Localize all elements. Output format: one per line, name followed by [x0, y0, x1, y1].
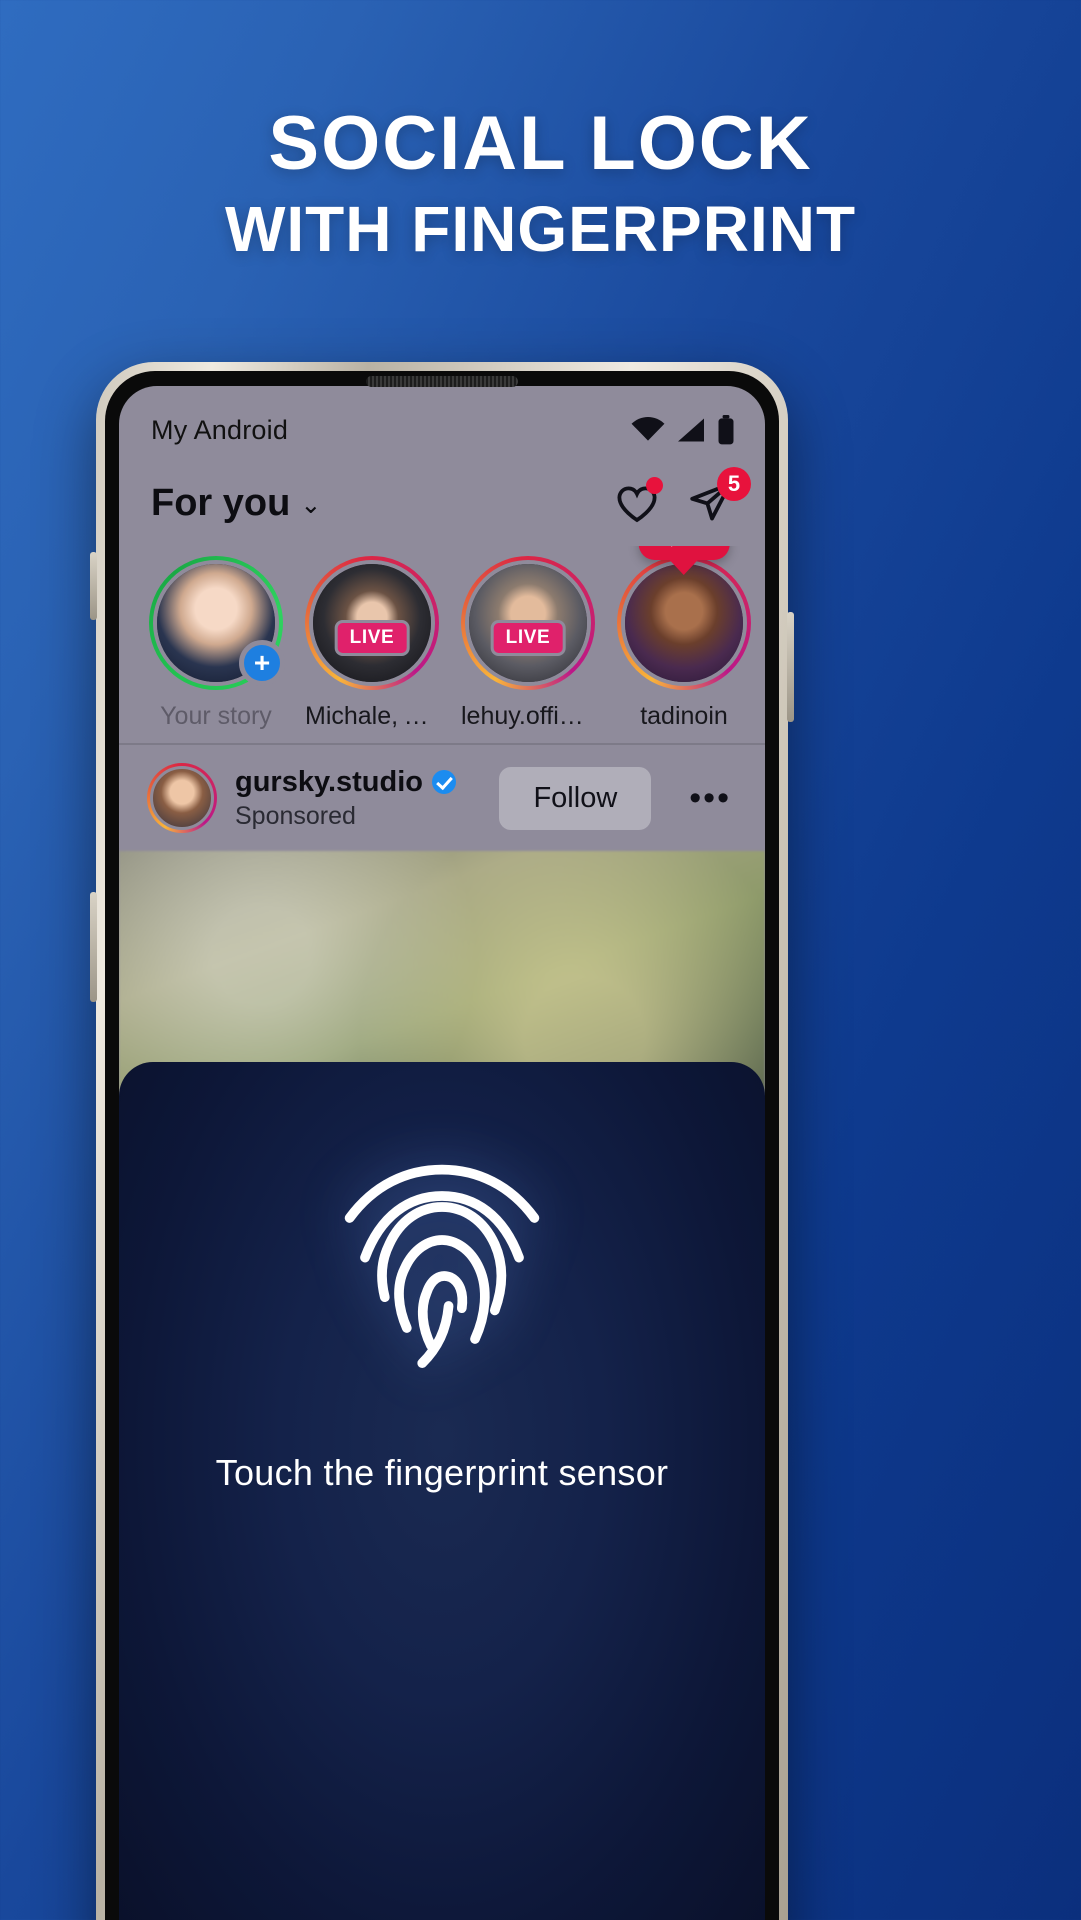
- heart-filled-icon: [670, 546, 673, 547]
- direct-messages-badge: 5: [717, 467, 751, 501]
- phone-screen: My Android For you ⌄ 5 + Your story LIVE…: [119, 386, 765, 1920]
- story-ring: +: [149, 556, 285, 690]
- feed-header: For you ⌄ 5: [119, 460, 765, 546]
- story-label: lehuy.official: [461, 702, 595, 730]
- post-avatar[interactable]: [147, 763, 217, 833]
- story-label: tadinoin: [640, 702, 728, 730]
- signal-icon: [678, 418, 704, 442]
- power-button[interactable]: [787, 612, 794, 722]
- heart-button[interactable]: [613, 477, 663, 527]
- stories-row[interactable]: + Your story LIVE Michale, Anth…: [119, 546, 765, 743]
- post-more-options-icon[interactable]: •••: [669, 779, 739, 818]
- post-subtitle: Sponsored: [235, 801, 356, 830]
- battery-icon: [718, 415, 734, 445]
- promo-headline-line2: WITH FINGERPRINT: [224, 193, 857, 266]
- phone-frame: My Android For you ⌄ 5 + Your story LIVE…: [90, 362, 794, 1920]
- fingerprint-icon[interactable]: [332, 1142, 552, 1382]
- like-count-value: 6: [696, 546, 712, 552]
- phone-mockup: My Android For you ⌄ 5 + Your story LIVE…: [90, 362, 794, 1920]
- story-label: Your story: [160, 702, 272, 730]
- direct-messages-button[interactable]: 5: [687, 467, 751, 527]
- fingerprint-lock-overlay: Touch the fingerprint sensor: [119, 1062, 765, 1920]
- feed-title[interactable]: For you ⌄: [151, 482, 321, 525]
- story-item-your-story[interactable]: + Your story: [149, 556, 285, 731]
- fingerprint-prompt-text: Touch the fingerprint sensor: [215, 1452, 669, 1493]
- earpiece-grille: [366, 376, 518, 387]
- status-bar-icons: [631, 415, 735, 445]
- story-ring: LIVE: [305, 556, 439, 690]
- volume-down-button[interactable]: [90, 892, 97, 1002]
- status-bar-label: My Android: [151, 414, 289, 445]
- verified-badge-icon: [432, 770, 456, 794]
- story-label: Michale, Anth…: [305, 702, 439, 730]
- add-story-icon[interactable]: +: [239, 640, 285, 686]
- phone-bezel: My Android For you ⌄ 5 + Your story LIVE…: [105, 371, 779, 1920]
- volume-up-button[interactable]: [90, 552, 97, 620]
- like-count-bubble: 6: [638, 546, 730, 560]
- feed-title-label: For you: [151, 481, 291, 524]
- follow-button[interactable]: Follow: [499, 766, 652, 830]
- story-item-lehuy[interactable]: LIVE lehuy.official: [461, 556, 595, 731]
- feed-header-actions: 5: [613, 467, 751, 527]
- story-ring: LIVE: [461, 556, 595, 690]
- story-item-michale[interactable]: LIVE Michale, Anth…: [305, 556, 439, 731]
- chevron-down-icon: ⌄: [300, 491, 322, 519]
- wifi-icon: [631, 417, 665, 441]
- story-avatar: [621, 560, 747, 686]
- story-ring: [617, 556, 751, 690]
- heart-notification-dot: [646, 477, 663, 494]
- promo-headline: SOCIAL LOCK WITH FINGERPRINT: [0, 104, 1081, 276]
- post-username: gursky.studio: [235, 765, 423, 798]
- post-meta: gursky.studio Sponsored: [235, 766, 481, 831]
- status-bar: My Android: [119, 386, 765, 460]
- live-badge: LIVE: [334, 620, 410, 656]
- story-item-tadinoin[interactable]: 6 tadinoin: [617, 546, 751, 731]
- post-header: gursky.studio Sponsored Follow •••: [119, 745, 765, 851]
- promo-headline-line1: SOCIAL LOCK: [268, 101, 813, 186]
- post-username-row[interactable]: gursky.studio: [235, 766, 481, 799]
- live-badge: LIVE: [490, 620, 566, 656]
